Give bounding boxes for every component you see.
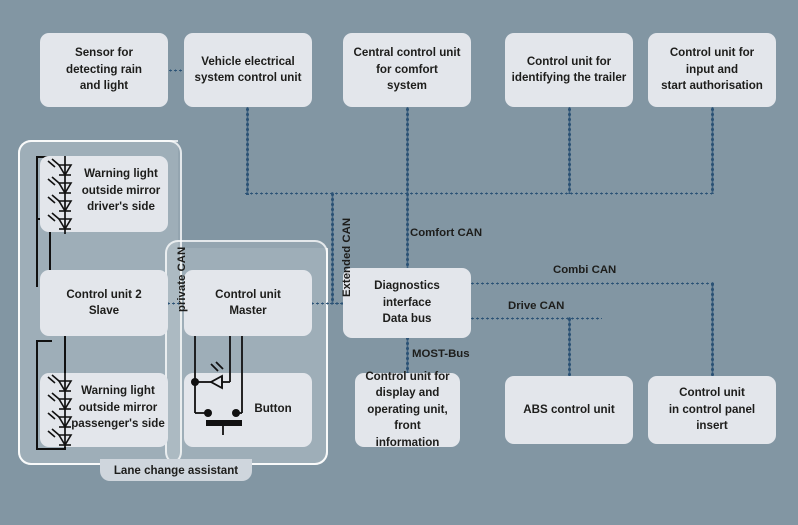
wire-passenger-led-top	[36, 340, 52, 342]
wire-driver-led-left-vertical	[36, 156, 38, 287]
box-input-start-authorisation-label: Control unit for input and start authori…	[661, 46, 763, 93]
box-sensor-rain-light-label: Sensor for detecting rain and light	[65, 46, 143, 93]
wire-passenger-led-left-vertical	[36, 340, 38, 450]
box-diagnostics-databus-label: Diagnostics interface Data bus	[374, 279, 440, 326]
box-warning-light-driver-label: Warning light outside mirror driver's si…	[81, 167, 161, 213]
bus-comfort-can-vertical	[406, 192, 409, 270]
led-chain-driver-icon	[47, 156, 73, 234]
bus-central-comfort-drop	[406, 107, 409, 194]
button-circuit-icon	[191, 336, 243, 435]
box-diagnostics-databus[interactable]: Diagnostics interface Data bus	[343, 268, 471, 338]
box-control-unit-master-label: Control unit Master	[215, 287, 281, 318]
box-vehicle-electrical[interactable]: Vehicle electrical system control unit	[184, 33, 312, 107]
box-display-operating-unit-label: Control unit for display and operating u…	[365, 369, 450, 449]
bus-label-most-bus: MOST-Bus	[412, 348, 470, 360]
bus-combi-can-horizontal	[470, 282, 714, 285]
box-abs-control-unit-label: ABS control unit	[523, 402, 615, 416]
bus-drive-can-horizontal	[470, 317, 602, 320]
bus-label-comfort-can: Comfort CAN	[410, 227, 483, 239]
bus-top-horizontal	[244, 192, 714, 195]
lane-change-assistant-tab: Lane change assistant	[100, 459, 252, 481]
box-trailer-identification-label: Control unit for identifying the trailer	[511, 54, 627, 85]
bus-trailer-identification-drop	[568, 107, 571, 194]
box-vehicle-electrical-label: Vehicle electrical system control unit	[194, 54, 302, 85]
box-control-unit-master[interactable]: Control unit Master	[184, 270, 312, 336]
diagram-canvas: Lane change assistant Sensor for detecti…	[0, 0, 798, 525]
bus-input-start-authorisation-drop	[711, 107, 714, 194]
bus-label-combi-can: Combi CAN	[553, 264, 617, 276]
led-chain-passenger-icon	[47, 344, 73, 448]
bus-label-private-can: private CAN	[176, 246, 188, 312]
bus-label-extended-can: Extended CAN	[341, 217, 353, 297]
box-display-operating-unit[interactable]: Control unit for display and operating u…	[355, 370, 460, 449]
bus-label-drive-can: Drive CAN	[508, 300, 565, 312]
box-abs-control-unit[interactable]: ABS control unit	[505, 376, 633, 444]
box-control-panel-insert-label: Control unit in control panel insert	[668, 386, 756, 433]
lane-change-assistant-label: Lane change assistant	[113, 463, 239, 477]
box-trailer-identification[interactable]: Control unit for identifying the trailer	[505, 33, 633, 107]
box-sensor-rain-light[interactable]: Sensor for detecting rain and light	[40, 33, 168, 107]
wire-passenger-led-bottom	[36, 448, 66, 450]
box-control-unit-2-slave[interactable]: Control unit 2 Slave	[40, 270, 168, 336]
box-input-start-authorisation[interactable]: Control unit for input and start authori…	[648, 33, 776, 107]
bus-combi-can-vertical-right	[711, 282, 714, 378]
box-central-comfort[interactable]: Central control unit for comfort system	[343, 33, 471, 107]
bus-extended-can-vertical	[331, 192, 334, 304]
box-central-comfort-label: Central control unit for comfort system	[353, 46, 461, 93]
bus-vehicle-electrical-drop	[246, 107, 249, 195]
bus-drive-can-vertical-abs	[568, 317, 571, 378]
box-control-unit-2-slave-label: Control unit 2 Slave	[66, 287, 142, 318]
box-control-panel-insert[interactable]: Control unit in control panel insert	[648, 376, 776, 444]
